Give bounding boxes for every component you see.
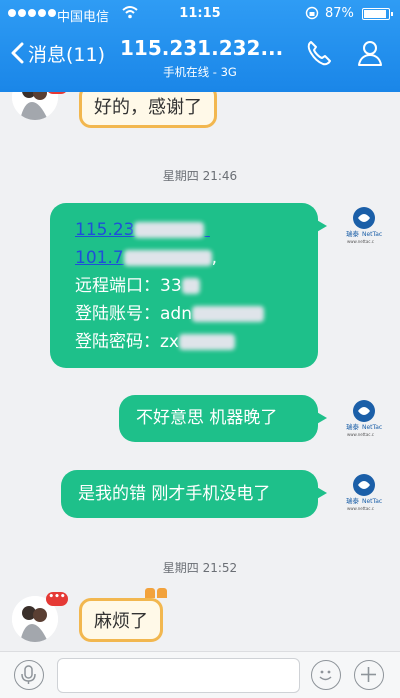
ip-address-link-tail[interactable] [204, 216, 276, 244]
message-list[interactable]: ••• 好的，感谢了 星期四 21:46 115.23 101.7, 远程端口：… [0, 92, 400, 651]
field-value: adn [160, 304, 192, 324]
badge-ellipsis-icon: ••• [46, 592, 68, 606]
battery-icon [362, 8, 393, 20]
outgoing-message[interactable]: 不好意思 机器晚了 [119, 395, 327, 442]
logo-name: NetTac [362, 424, 382, 431]
message-timestamp: 星期四 21:46 [162, 169, 238, 183]
message-line-account: 登陆账号：adn [75, 300, 318, 328]
logo-name: NetTac [362, 231, 382, 238]
ip-address-link[interactable]: 115.23 [75, 220, 134, 240]
outgoing-message[interactable]: 115.23 101.7, 远程端口：33 登陆账号：adn 登陆密码：zx [50, 203, 327, 368]
couple-avatar-icon [12, 92, 58, 120]
input-bar [0, 651, 400, 698]
logo-url: www.nettac.c [347, 506, 374, 511]
battery-percentage: 87% [325, 6, 354, 21]
navigation-header: 中国电信 11:15 87% 消息(11) 115.231.232... 手机在… [0, 0, 400, 92]
field-label: 远程端口： [75, 276, 160, 296]
logo-url: www.nettac.c [347, 239, 374, 244]
incoming-message[interactable]: 麻烦了 [79, 598, 163, 642]
contact-avatar[interactable] [12, 92, 58, 120]
smiley-icon [319, 670, 332, 681]
outgoing-message[interactable]: 是我的错 刚才手机没电了 [61, 470, 327, 518]
voice-button[interactable] [14, 660, 44, 690]
plus-icon [361, 667, 376, 682]
separator: , [211, 248, 218, 268]
message-line-password: 登陆密码：zx [75, 328, 318, 356]
field-label: 登陆密码： [75, 332, 160, 352]
logo-url: www.nettac.c [347, 432, 374, 437]
field-value: zx [160, 332, 179, 352]
my-avatar[interactable]: 瑞泰 NetTac www.nettac.c [342, 397, 386, 441]
redacted-text [178, 334, 235, 350]
redacted-text [123, 250, 212, 266]
my-avatar[interactable]: 瑞泰 NetTac www.nettac.c [342, 204, 386, 248]
redacted-text [191, 306, 264, 322]
back-button-label: 消息(11) [28, 43, 106, 66]
nettac-logo-icon: 瑞泰 NetTac www.nettac.c [346, 400, 382, 437]
field-label: 登陆账号： [75, 304, 160, 324]
message-line-ip1: 115.23 [75, 216, 318, 244]
dog-ear-icon [145, 588, 155, 598]
incoming-message[interactable]: 好的，感谢了 [79, 92, 217, 128]
field-value: 33 [160, 276, 182, 296]
logo-name: NetTac [362, 498, 382, 505]
person-icon[interactable] [355, 38, 385, 68]
message-line-port: 远程端口：33 [75, 272, 318, 300]
logo-brand: 瑞泰 [346, 496, 360, 505]
page-title: 115.231.232... [120, 36, 284, 60]
more-button[interactable] [354, 660, 384, 690]
phone-icon[interactable] [304, 38, 334, 68]
redacted-text [134, 222, 205, 238]
chevron-left-icon [11, 42, 24, 64]
dog-ear-icon [157, 588, 167, 598]
ip-address-link[interactable]: 101.7 [75, 248, 124, 268]
emoji-button[interactable] [311, 660, 341, 690]
status-bar: 中国电信 11:15 87% [0, 0, 400, 30]
message-line-ip2: 101.7, [75, 244, 318, 272]
message-timestamp: 星期四 21:52 [162, 561, 238, 575]
nettac-logo-icon: 瑞泰 NetTac www.nettac.c [346, 207, 382, 244]
online-status: 手机在线 - 3G [163, 65, 237, 79]
microphone-icon [21, 665, 36, 684]
nettac-logo-icon: 瑞泰 NetTac www.nettac.c [346, 474, 382, 511]
my-avatar[interactable]: 瑞泰 NetTac www.nettac.c [342, 471, 386, 515]
message-input[interactable] [57, 658, 300, 693]
rotation-lock-icon [305, 6, 319, 20]
logo-brand: 瑞泰 [346, 229, 360, 238]
logo-brand: 瑞泰 [346, 422, 360, 431]
redacted-text [181, 278, 200, 294]
